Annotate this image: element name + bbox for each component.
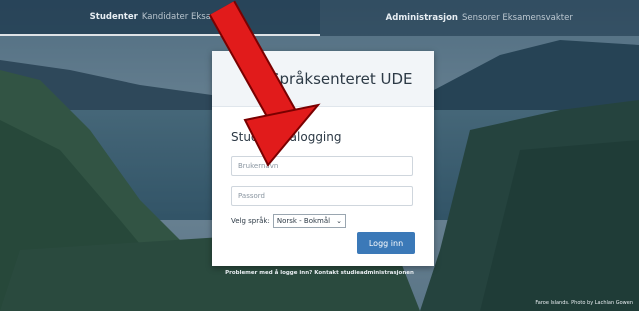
red-arrow-icon (208, 0, 321, 167)
annotation-arrow (208, 0, 321, 167)
